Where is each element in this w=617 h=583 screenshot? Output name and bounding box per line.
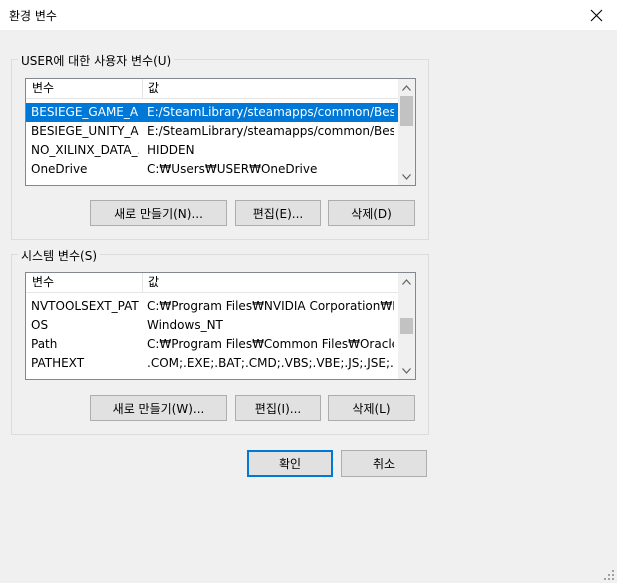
variable-value: E:/SteamLibrary/steamapps/common/Besie..… [147, 105, 394, 119]
variable-value: Windows_NT [147, 318, 223, 332]
system-list-rows: NVTOOLSEXT_PATH C:₩Program Files₩NVIDIA … [26, 293, 398, 379]
user-variables-legend: USER에 대한 사용자 변수(U) [18, 52, 175, 69]
variable-value: .COM;.EXE;.BAT;.CMD;.VBS;.VBE;.JS;.JSE;.… [147, 356, 394, 370]
variable-name: NVTOOLSEXT_PATH [31, 299, 139, 313]
variable-value: C:₩Program Files₩Common Files₩Oracle₩... [147, 337, 394, 351]
variable-name: OS [31, 318, 49, 332]
scroll-down-button[interactable] [398, 362, 415, 379]
variable-name: NO_XILINX_DATA_... [31, 143, 139, 157]
variable-value: HIDDEN [147, 143, 195, 157]
chevron-up-icon [402, 278, 411, 285]
system-new-button[interactable]: 새로 만들기(W)... [90, 395, 227, 421]
scroll-thumb[interactable] [400, 96, 413, 126]
cancel-button[interactable]: 취소 [341, 450, 427, 477]
table-row[interactable]: OS Windows_NT [26, 316, 398, 335]
chevron-up-icon [402, 84, 411, 91]
column-header-value[interactable]: 값 [142, 79, 159, 98]
system-delete-button[interactable]: 삭제(L) [328, 395, 415, 421]
system-edit-button[interactable]: 편집(I)... [235, 395, 321, 421]
chevron-down-icon [402, 173, 411, 180]
scroll-down-button[interactable] [398, 168, 415, 185]
variable-name: BESIEGE_GAME_A... [31, 105, 139, 119]
system-variables-legend: 시스템 변수(S) [18, 247, 100, 264]
user-new-button[interactable]: 새로 만들기(N)... [90, 200, 227, 226]
scroll-thumb[interactable] [400, 318, 413, 334]
table-row[interactable]: PATHEXT .COM;.EXE;.BAT;.CMD;.VBS;.VBE;.J… [26, 354, 398, 373]
variable-value: C:₩Users₩USER₩OneDrive [147, 162, 318, 176]
close-icon [590, 9, 602, 21]
column-header-value[interactable]: 값 [142, 273, 159, 292]
variable-name: PATHEXT [31, 356, 85, 370]
title-bar: 환경 변수 [0, 0, 617, 30]
scroll-up-button[interactable] [398, 79, 415, 96]
column-header-name[interactable]: 변수 [26, 79, 54, 98]
user-edit-button[interactable]: 편집(E)... [235, 200, 321, 226]
user-variables-list[interactable]: 변수 값 BESIEGE_GAME_A... E:/SteamLibrary/s… [25, 78, 416, 186]
window-title: 환경 변수 [9, 9, 57, 23]
user-list-scrollbar[interactable] [398, 79, 415, 185]
user-delete-button[interactable]: 삭제(D) [328, 200, 415, 226]
user-list-header: 변수 값 [26, 79, 398, 99]
column-header-name[interactable]: 변수 [26, 273, 54, 292]
variable-value: C:₩Program Files₩NVIDIA Corporation₩Nv..… [147, 299, 394, 313]
resize-grip-icon[interactable] [603, 569, 615, 581]
scroll-up-button[interactable] [398, 273, 415, 290]
variable-value: E:/SteamLibrary/steamapps/common/Besie..… [147, 124, 394, 138]
system-list-scrollbar[interactable] [398, 273, 415, 379]
user-list-rows: BESIEGE_GAME_A... E:/SteamLibrary/steama… [26, 99, 398, 185]
table-row[interactable]: BESIEGE_UNITY_A... E:/SteamLibrary/steam… [26, 122, 398, 141]
variable-name: Path [31, 337, 58, 351]
system-list-header: 변수 값 [26, 273, 398, 293]
table-row[interactable]: OneDrive C:₩Users₩USER₩OneDrive [26, 160, 398, 179]
system-variables-list[interactable]: 변수 값 NVTOOLSEXT_PATH C:₩Program Files₩NV… [25, 272, 416, 380]
ok-button[interactable]: 확인 [247, 450, 333, 477]
close-button[interactable] [585, 4, 607, 26]
table-row[interactable]: BESIEGE_GAME_A... E:/SteamLibrary/steama… [26, 103, 398, 122]
table-row[interactable]: NO_XILINX_DATA_... HIDDEN [26, 141, 398, 160]
chevron-down-icon [402, 367, 411, 374]
table-row[interactable]: NVTOOLSEXT_PATH C:₩Program Files₩NVIDIA … [26, 297, 398, 316]
variable-name: OneDrive [31, 162, 88, 176]
table-row[interactable]: Path C:₩Program Files₩Common Files₩Oracl… [26, 335, 398, 354]
variable-name: BESIEGE_UNITY_A... [31, 124, 139, 138]
